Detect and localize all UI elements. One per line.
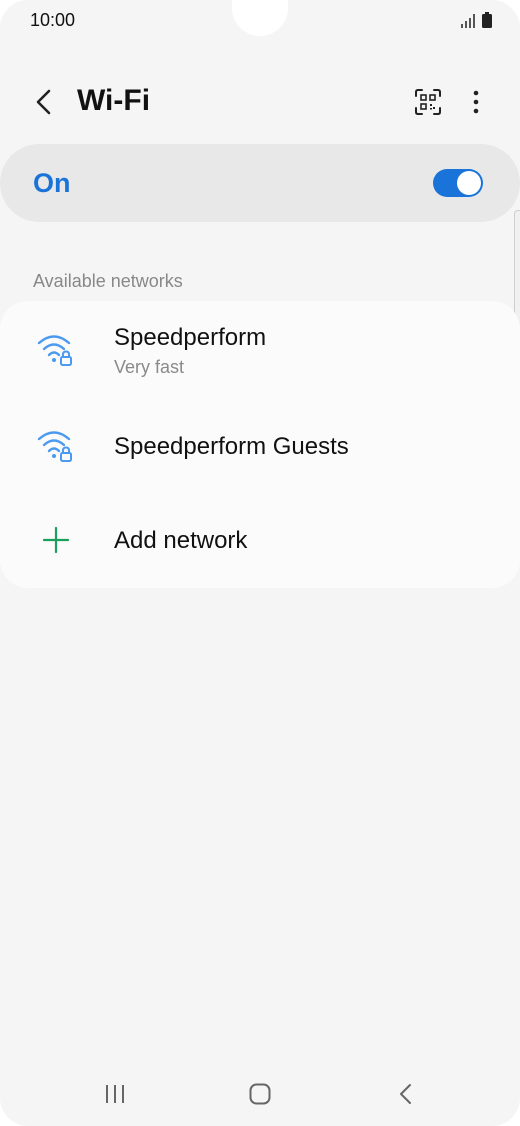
wifi-lock-icon: [36, 425, 76, 465]
network-name: Speedperform: [114, 324, 267, 351]
network-status: Very fast: [114, 357, 185, 377]
network-name: Speedperform Guests: [114, 433, 349, 460]
signal-icon: [461, 14, 475, 28]
plus-icon: [36, 520, 76, 560]
system-navigation-bar: [0, 1060, 520, 1126]
network-item-speedperform[interactable]: Speedperform Very fast: [0, 301, 520, 405]
status-time: 10:00: [30, 10, 76, 30]
master-switch-label: On: [33, 168, 71, 198]
networks-list: Speedperform Very fast Speedperform Gues…: [0, 301, 520, 588]
status-bar: 10:00: [0, 0, 520, 40]
wifi-toggle-switch[interactable]: [433, 169, 483, 197]
home-icon: [249, 1083, 271, 1105]
app-bar: Wi-Fi: [0, 70, 520, 134]
recents-button[interactable]: [95, 1076, 135, 1112]
more-vertical-icon: [473, 90, 479, 114]
home-button[interactable]: [240, 1076, 280, 1112]
switch-knob: [457, 171, 481, 195]
back-button[interactable]: [24, 82, 64, 122]
battery-icon: [482, 12, 492, 28]
recents-icon: [106, 1085, 124, 1103]
add-network-button[interactable]: Add network: [0, 489, 520, 588]
section-header-available-networks: Available networks: [33, 271, 183, 291]
more-options-button[interactable]: [456, 82, 496, 122]
qr-scan-button[interactable]: [408, 82, 448, 122]
wifi-settings-screen: 10:00 Wi-Fi On Available networks Speedp…: [0, 0, 520, 1126]
page-title: Wi-Fi: [77, 84, 151, 117]
add-network-label: Add network: [114, 527, 248, 554]
wifi-master-switch-bar[interactable]: On: [0, 144, 520, 222]
nav-back-button[interactable]: [386, 1076, 426, 1112]
network-item-speedperform-guests[interactable]: Speedperform Guests: [0, 405, 520, 489]
camera-notch: [232, 0, 288, 36]
wifi-lock-icon: [36, 329, 76, 369]
back-icon: [400, 1084, 411, 1104]
status-icons: [461, 12, 492, 28]
chevron-left-icon: [36, 89, 51, 115]
qr-scan-icon: [415, 89, 441, 115]
